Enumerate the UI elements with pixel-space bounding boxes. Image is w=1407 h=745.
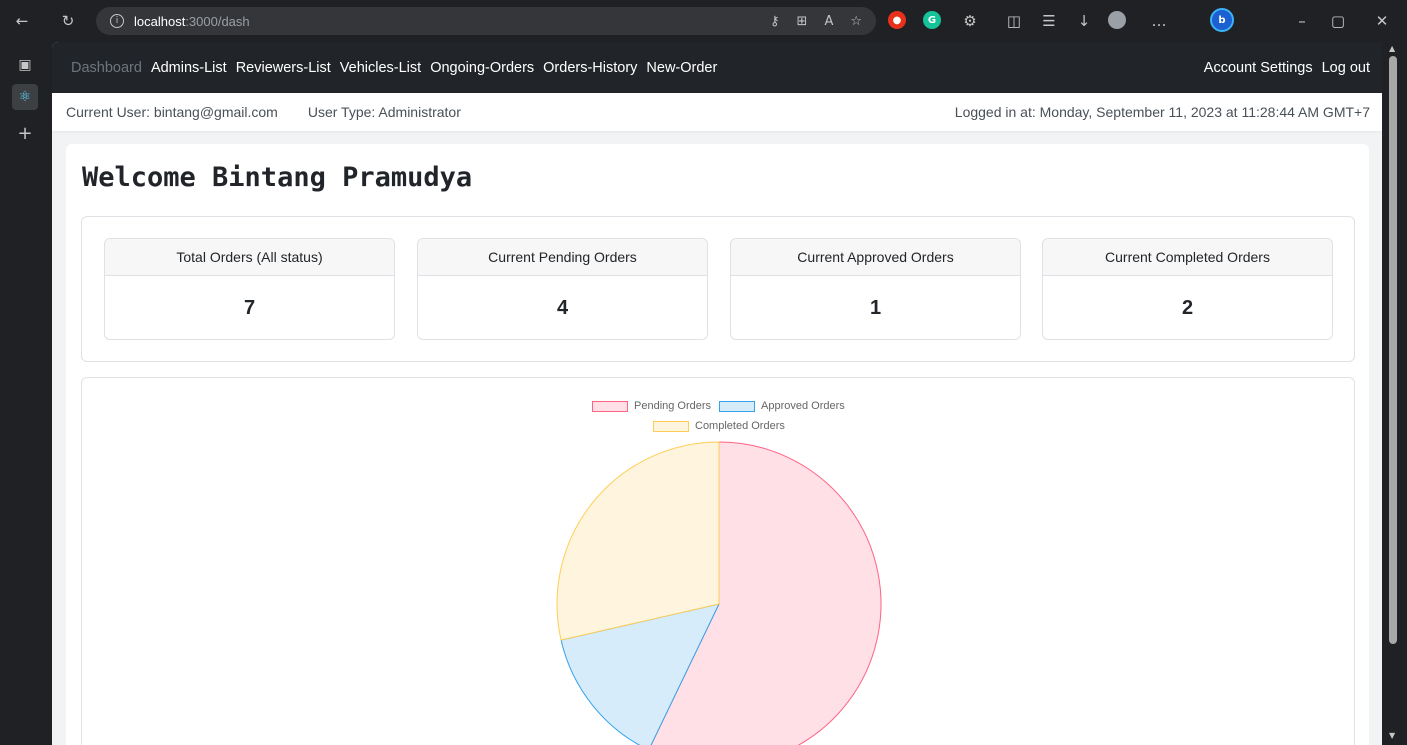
nav-admins-list[interactable]: Admins-List bbox=[151, 60, 227, 76]
profile-avatar-icon[interactable] bbox=[1108, 11, 1126, 29]
url-host: localhost bbox=[134, 13, 186, 29]
extension-adblock-icon[interactable]: ● bbox=[888, 11, 906, 29]
stat-card-approved: Current Approved Orders 1 bbox=[730, 238, 1021, 340]
extension-puzzle-icon[interactable]: ⚙ bbox=[958, 9, 982, 33]
nav-new-order[interactable]: New-Order bbox=[646, 60, 717, 76]
address-bar[interactable]: i localhost:3000/dash ⚷ ⊞ A ☆ bbox=[96, 7, 876, 35]
info-icon[interactable]: i bbox=[110, 14, 124, 28]
split-screen-icon[interactable]: ◫ bbox=[1002, 9, 1026, 33]
stat-value: 7 bbox=[243, 296, 256, 319]
nav-reviewers-list[interactable]: Reviewers-List bbox=[236, 60, 331, 76]
read-aloud-icon[interactable]: A bbox=[824, 14, 833, 29]
stat-value: 4 bbox=[556, 296, 569, 319]
nav-orders-history[interactable]: Orders-History bbox=[543, 60, 637, 76]
user-info-bar: Current User: bintang@gmail.com User Typ… bbox=[52, 93, 1382, 131]
stat-card-pending: Current Pending Orders 4 bbox=[417, 238, 708, 340]
restore-icon[interactable]: ▢ bbox=[1326, 9, 1350, 33]
pie-svg bbox=[556, 441, 882, 745]
user-type: User Type: Administrator bbox=[307, 104, 461, 120]
bing-icon[interactable]: b bbox=[1210, 8, 1234, 32]
url-path: :3000/dash bbox=[185, 13, 250, 29]
page-viewport: Dashboard Admins-List Reviewers-List Veh… bbox=[52, 42, 1382, 745]
new-tab-icon[interactable]: + bbox=[12, 120, 38, 146]
browser-toolbar: ← ↻ i localhost:3000/dash ⚷ ⊞ A ☆ ● G ⚙ … bbox=[0, 0, 1407, 42]
stats-panel: Total Orders (All status) 7 Current Pend… bbox=[81, 216, 1355, 362]
more-menu-icon[interactable]: … bbox=[1147, 9, 1171, 33]
stat-value: 1 bbox=[869, 296, 882, 319]
stat-label: Current Approved Orders bbox=[731, 239, 1020, 276]
close-icon[interactable]: ✕ bbox=[1370, 9, 1394, 33]
stat-card-total: Total Orders (All status) 7 bbox=[104, 238, 395, 340]
stat-label: Current Pending Orders bbox=[418, 239, 707, 276]
stat-label: Current Completed Orders bbox=[1043, 239, 1332, 276]
scroll-down-icon[interactable]: ▼ bbox=[1389, 731, 1395, 740]
stat-card-completed: Current Completed Orders 2 bbox=[1042, 238, 1333, 340]
tab-actions-icon[interactable]: ▣ bbox=[12, 52, 38, 78]
nav-vehicles-list[interactable]: Vehicles-List bbox=[340, 60, 421, 76]
favorites-icon[interactable]: ☰ bbox=[1037, 9, 1061, 33]
stat-value: 2 bbox=[1181, 296, 1194, 319]
grid-icon[interactable]: ⊞ bbox=[797, 14, 808, 29]
dashboard-card: Welcome Bintang Pramudya Total Orders (A… bbox=[66, 144, 1369, 745]
nav-dashboard[interactable]: Dashboard bbox=[71, 60, 142, 76]
nav-ongoing-orders[interactable]: Ongoing-Orders bbox=[430, 60, 534, 76]
scroll-thumb[interactable] bbox=[1389, 56, 1397, 644]
account-settings-link[interactable]: Account Settings bbox=[1204, 60, 1313, 76]
extension-grammarly-icon[interactable]: G bbox=[923, 11, 941, 29]
key-icon[interactable]: ⚷ bbox=[770, 14, 780, 29]
refresh-icon[interactable]: ↻ bbox=[56, 9, 80, 33]
app-navbar: Dashboard Admins-List Reviewers-List Veh… bbox=[52, 42, 1382, 93]
login-timestamp: Logged in at: Monday, September 11, 2023… bbox=[954, 104, 1370, 120]
orders-pie-chart: Pending Orders Approved Orders Completed… bbox=[81, 377, 1355, 745]
minimize-icon[interactable]: – bbox=[1290, 9, 1314, 33]
page-title: Welcome Bintang Pramudya bbox=[82, 162, 473, 193]
current-user: Current User: bintang@gmail.com bbox=[66, 104, 278, 120]
back-icon[interactable]: ← bbox=[10, 9, 34, 33]
stat-label: Total Orders (All status) bbox=[105, 239, 394, 276]
scroll-up-icon[interactable]: ▲ bbox=[1389, 44, 1395, 53]
logout-link[interactable]: Log out bbox=[1322, 60, 1370, 76]
favorite-star-icon[interactable]: ☆ bbox=[850, 14, 862, 29]
download-icon[interactable]: ↓ bbox=[1072, 9, 1096, 33]
react-tab-icon[interactable]: ⚛ bbox=[12, 84, 38, 110]
vertical-tab-strip: ▣ ⚛ + bbox=[0, 42, 52, 745]
